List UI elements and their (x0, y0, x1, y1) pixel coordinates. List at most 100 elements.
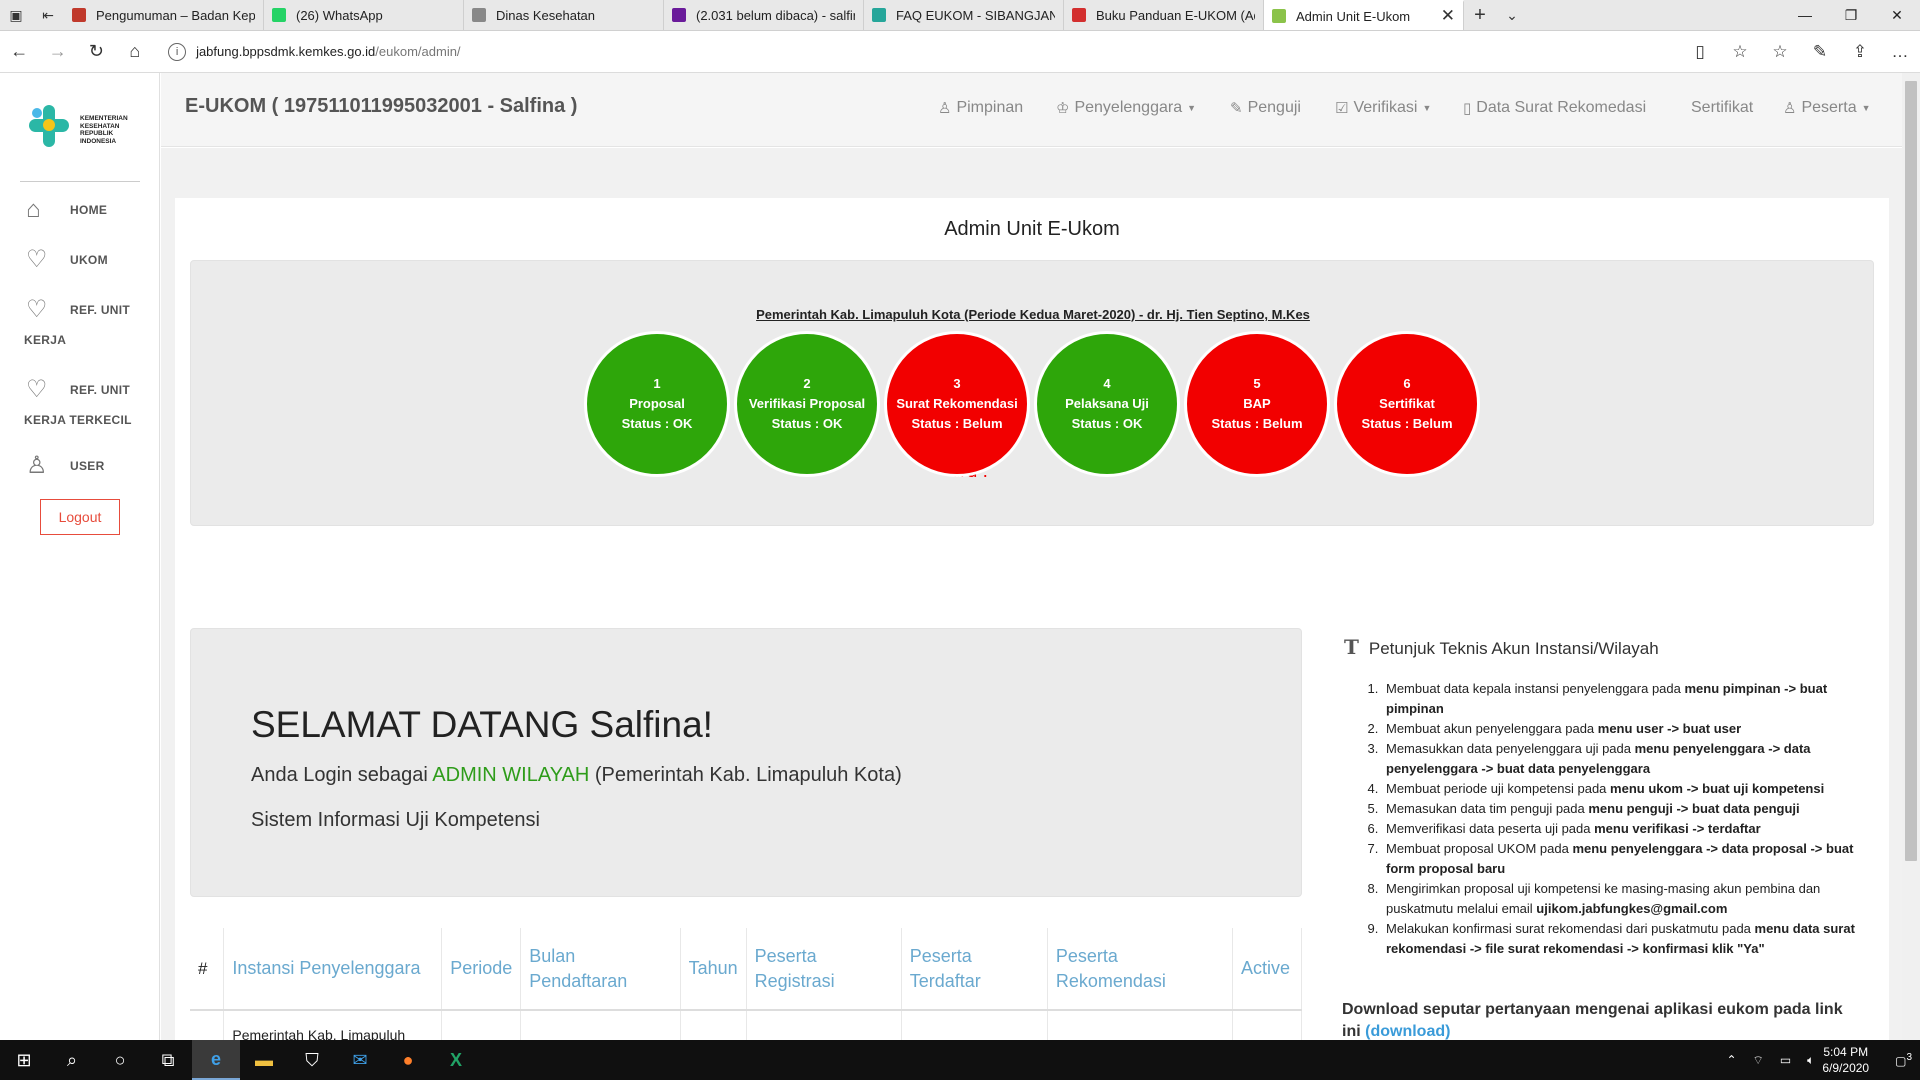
share-icon[interactable]: ⇪ (1840, 42, 1880, 62)
table-header[interactable]: Bulan Pendaftaran (520, 928, 681, 1011)
system-name: Sistem Informasi Uji Kompetensi (251, 809, 540, 831)
edge-browser-icon[interactable]: e (192, 1040, 240, 1080)
table-header[interactable]: Tahun (680, 928, 747, 1011)
table-header[interactable]: Peserta Registrasi (746, 928, 902, 1011)
guide-item: Membuat akun penyelenggara pada menu use… (1382, 719, 1862, 739)
browser-tab[interactable]: (2.031 belum dibaca) - salfir (664, 0, 864, 30)
tab-actions-icon[interactable]: ▣ (0, 0, 32, 30)
guide-item: Melakukan konfirmasi surat rekomendasi d… (1382, 919, 1862, 959)
period-title: Pemerintah Kab. Limapuluh Kota (Periode … (756, 307, 1310, 322)
excel-icon[interactable]: X (432, 1040, 480, 1080)
search-icon[interactable]: ⌕ (48, 1040, 96, 1080)
back-button[interactable]: ← (0, 41, 39, 62)
url-path: /eukom/admin/ (375, 44, 461, 59)
browser-tab[interactable]: (26) WhatsApp (264, 0, 464, 30)
store-icon[interactable]: ⛉ (288, 1040, 336, 1080)
step-num: 2 (803, 376, 811, 391)
menu-penguji[interactable]: ✎ Penguji (1230, 99, 1301, 117)
browser-tab[interactable]: Pengumuman – Badan Kepe (64, 0, 264, 30)
menu-sertifikat[interactable]: Sertifikat (1691, 99, 1753, 117)
browser-tab[interactable]: FAQ EUKOM - SIBANGJANG (864, 0, 1064, 30)
step-status: Status : Belum (1211, 416, 1303, 431)
browser-tab[interactable]: Buku Panduan E-UKOM (Ad (1064, 0, 1264, 30)
tray-chevron-icon[interactable]: ⌃ (1726, 1053, 1736, 1067)
home-icon: ⌂ (26, 196, 41, 223)
table-cell: 16 (1047, 1010, 1233, 1040)
windows-start-icon[interactable]: ⊞ (0, 1040, 48, 1080)
download-link[interactable]: (download) (1365, 1023, 1450, 1040)
step-name: Verifikasi Proposal (748, 396, 866, 411)
logout-button[interactable]: Logout (40, 499, 120, 535)
browser-tab[interactable]: Admin Unit E-Ukom ✕ (1264, 0, 1464, 30)
table-cell: 2020 (680, 1010, 747, 1040)
table-header[interactable]: Instansi Penyelenggara (223, 928, 443, 1011)
guide-item: Membuat periode uji kompetensi pada menu… (1382, 779, 1862, 799)
page-title: Admin Unit E-Ukom (944, 218, 1120, 240)
table-header: # (190, 928, 225, 1011)
step-status: Status : Belum (1361, 416, 1453, 431)
reading-view-icon[interactable]: ▯ (1680, 42, 1720, 62)
status-circle-step-5: 5 BAP Status : Belum (1184, 331, 1330, 477)
status-circle-step-3: 3 Surat Rekomendasi Status : Belum (884, 331, 1030, 477)
table-cell: 1 (901, 1010, 1048, 1040)
page-scroll-thumb[interactable] (1905, 81, 1917, 861)
table-row[interactable]: 1Pemerintah Kab. Limapuluh KotaKeduaMare… (190, 1010, 1302, 1040)
tab-favicon-icon (672, 8, 686, 22)
site-info-icon[interactable]: i (168, 42, 187, 61)
status-circle-step-1: 1 Proposal Status : OK (584, 331, 730, 477)
table-header[interactable]: Periode (441, 928, 522, 1011)
firefox-icon[interactable]: ● (384, 1040, 432, 1080)
guide-item: Membuat proposal UKOM pada menu penyelen… (1382, 839, 1862, 879)
menu-penyelenggara[interactable]: ♔ Penyelenggara ▼ (1056, 99, 1196, 117)
pen-notes-icon[interactable]: ✎ (1800, 42, 1840, 62)
table-cell: Maret (520, 1010, 681, 1040)
step-num: 4 (1103, 376, 1111, 391)
favorites-hub-icon[interactable]: ☆ (1760, 42, 1800, 62)
close-tab-icon[interactable]: ✕ (1435, 6, 1455, 26)
guide-item: Memasukkan data penyelenggara uji pada m… (1382, 739, 1862, 779)
notification-icon[interactable]: ▢3 (1895, 1052, 1912, 1068)
mail-icon[interactable]: ✉ (336, 1040, 384, 1080)
url-field[interactable]: i jabfung.bppsdmk.kemkes.go.id/eukom/adm… (168, 37, 1680, 67)
caret-down-icon: ▼ (1861, 103, 1871, 113)
table-header[interactable]: Peserta Rekomendasi (1047, 928, 1233, 1011)
user-icon: ♙ (938, 100, 952, 117)
table-header[interactable]: Peserta Terdaftar (901, 928, 1048, 1011)
step-name: Pelaksana Uji (1065, 396, 1149, 411)
windows-taskbar: ⊞ ⌕ ○ ⧉ e ▬ ⛉ ✉ ● X ⌃ ⌔ ▭ 🔈︎ 5:04 PM 6/9… (0, 1040, 1920, 1080)
task-view-icon[interactable]: ⧉ (144, 1040, 192, 1080)
volume-icon[interactable]: 🔈︎ (1807, 1053, 1814, 1068)
browser-tab[interactable]: Dinas Kesehatan (464, 0, 664, 30)
tab-label: Pengumuman – Badan Kepe (96, 7, 255, 23)
home-button[interactable]: ⌂ (116, 41, 155, 62)
page-viewport: KEMENTERIAN KESEHATAN REPUBLIK INDONESIA… (0, 73, 1902, 1040)
close-window-button[interactable]: ✕ (1874, 0, 1920, 30)
tab-favicon-icon (72, 8, 86, 22)
network-icon[interactable]: ⌔ (1753, 1053, 1764, 1068)
clock[interactable]: 5:04 PM 6/9/2020 (1822, 1044, 1869, 1076)
table-header[interactable]: Active (1232, 928, 1302, 1011)
menu-verifikasi[interactable]: ☑ Verifikasi ▼ (1335, 99, 1431, 117)
new-tab-button[interactable]: + (1464, 0, 1496, 30)
user-icon: ♙ (26, 452, 48, 479)
more-menu-icon[interactable]: … (1880, 42, 1920, 62)
cortana-icon[interactable]: ○ (96, 1040, 144, 1080)
caret-down-icon: ▼ (1422, 103, 1432, 113)
refresh-button[interactable]: ↻ (77, 41, 116, 62)
menu-data-surat-rekomedasi[interactable]: ▯ Data Surat Rekomedasi (1463, 99, 1646, 117)
restore-button[interactable]: ❐ (1828, 0, 1874, 30)
file-explorer-icon[interactable]: ▬ (240, 1040, 288, 1080)
favorite-star-icon[interactable]: ☆ (1720, 42, 1760, 62)
power-icon[interactable]: ▭ (1780, 1053, 1791, 1067)
set-aside-tabs-icon[interactable]: ⇤ (32, 0, 64, 30)
app-title: E-UKOM ( 197511011995032001 - Salfina ) (185, 95, 578, 117)
tab-list-chevron-icon[interactable]: ⌄ (1496, 0, 1528, 30)
table-cell: Yes (1232, 1010, 1302, 1040)
menu-pimpinan[interactable]: ♙ Pimpinan (938, 99, 1023, 117)
forward-button[interactable]: → (39, 41, 78, 62)
pencil-icon: ✎ (1230, 100, 1243, 117)
menu-peserta[interactable]: ♙ Peserta ▼ (1783, 99, 1871, 117)
step-name: BAP (1243, 396, 1271, 411)
minimize-button[interactable]: — (1782, 0, 1828, 30)
page-scrollbar[interactable] (1902, 73, 1920, 1040)
